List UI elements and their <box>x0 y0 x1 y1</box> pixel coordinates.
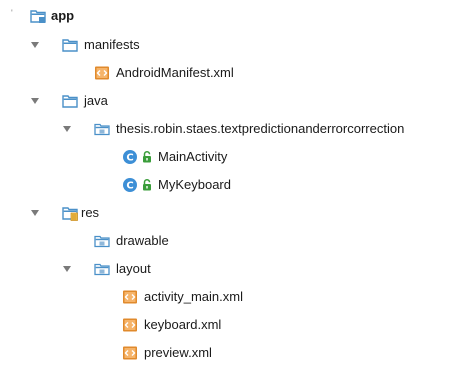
package-icon <box>94 121 110 137</box>
folder-icon <box>62 37 78 53</box>
folder-icon <box>62 93 78 109</box>
chevron-down-icon[interactable] <box>30 40 40 50</box>
tree-node-label: layout <box>116 261 151 276</box>
tree-node-label: java <box>84 93 108 108</box>
xml-file-icon <box>122 317 138 333</box>
tree-node-res[interactable]: res <box>62 202 99 224</box>
tree-node-label: app <box>51 8 75 23</box>
tree-node-main-activity[interactable]: MainActivity <box>122 146 227 168</box>
chevron-down-icon[interactable] <box>62 124 72 134</box>
tree-node-label: drawable <box>116 233 169 248</box>
tree-node-label: thesis.robin.staes.textpredictionanderro… <box>116 121 405 136</box>
class-icon <box>122 149 138 165</box>
chevron-down-icon[interactable] <box>30 208 40 218</box>
tree-node-label: AndroidManifest.xml <box>116 65 234 80</box>
tree-node-keyboard[interactable]: keyboard.xml <box>122 314 221 336</box>
module-folder-icon <box>30 8 46 24</box>
tree-node-activity-main[interactable]: activity_main.xml <box>122 286 243 308</box>
tree-node-app[interactable]: app <box>30 5 74 27</box>
tree-node-label: MyKeyboard <box>158 177 231 192</box>
tree-node-java[interactable]: java <box>62 90 108 112</box>
chevron-down-icon[interactable] <box>30 96 40 106</box>
tree-node-label: res <box>81 205 100 220</box>
package-icon <box>94 233 110 249</box>
tree-node-package[interactable]: thesis.robin.staes.textpredictionanderro… <box>94 118 404 140</box>
tree-node-label: activity_main.xml <box>144 289 243 304</box>
tree-node-manifests[interactable]: manifests <box>62 34 140 56</box>
tree-node-layout[interactable]: layout <box>94 258 151 280</box>
tree-node-label: manifests <box>84 37 140 52</box>
lock-icon <box>141 178 153 192</box>
tree-node-label: keyboard.xml <box>144 317 222 332</box>
xml-file-icon <box>122 345 138 361</box>
xml-file-icon <box>122 289 138 305</box>
chevron-down-icon[interactable] <box>62 264 72 274</box>
tree-node-label: preview.xml <box>144 345 212 360</box>
tree-node-my-keyboard[interactable]: MyKeyboard <box>122 174 231 196</box>
lock-icon <box>141 150 153 164</box>
class-icon <box>122 177 138 193</box>
tree-node-preview[interactable]: preview.xml <box>122 342 212 364</box>
tree-node-drawable[interactable]: drawable <box>94 230 169 252</box>
tree-node-android-manifest[interactable]: AndroidManifest.xml <box>94 62 234 84</box>
project-tree: app ' manifests AndroidManifest.xml java… <box>0 0 472 368</box>
collapse-toggle-app[interactable]: ' <box>11 8 13 18</box>
package-icon <box>94 261 110 277</box>
xml-file-icon <box>94 65 110 81</box>
resource-folder-icon <box>62 205 78 221</box>
tree-node-label: MainActivity <box>158 149 228 164</box>
